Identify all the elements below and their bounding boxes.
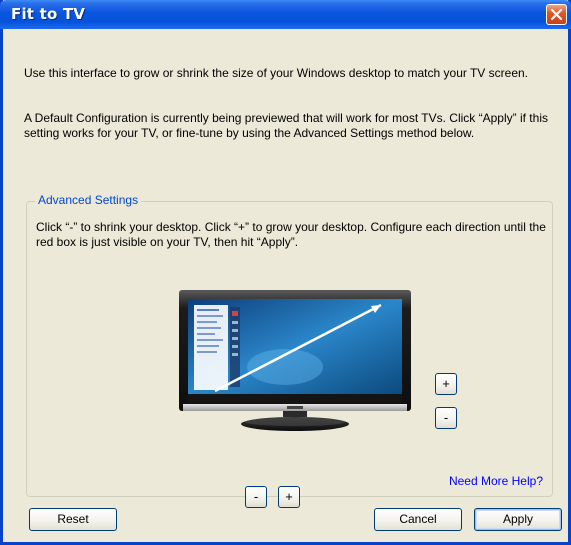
advanced-settings-label: Advanced Settings xyxy=(35,193,142,207)
tv-monitor-icon xyxy=(179,290,411,431)
intro-paragraph-2: A Default Configuration is currently bei… xyxy=(24,111,548,140)
window-title: Fit to TV xyxy=(11,5,86,23)
vertical-grow-button[interactable]: + xyxy=(435,373,457,395)
fit-to-tv-dialog: Fit to TV Use this interface to grow or … xyxy=(0,0,571,545)
close-icon xyxy=(550,8,563,21)
apply-button[interactable]: Apply xyxy=(474,508,562,531)
dialog-content: Use this interface to grow or shrink the… xyxy=(3,29,568,542)
advanced-settings-group: Advanced Settings Click “-” to shrink yo… xyxy=(26,193,553,508)
advanced-instructions: Click “-” to shrink your desktop. Click … xyxy=(36,220,546,249)
horizontal-shrink-button[interactable]: - xyxy=(245,486,267,508)
vertical-shrink-button[interactable]: - xyxy=(435,407,457,429)
close-button[interactable] xyxy=(546,4,567,25)
title-bar[interactable]: Fit to TV xyxy=(0,0,571,29)
need-more-help-link[interactable]: Need More Help? xyxy=(449,474,543,488)
reset-button[interactable]: Reset xyxy=(29,508,117,531)
horizontal-grow-button[interactable]: + xyxy=(278,486,300,508)
cancel-button[interactable]: Cancel xyxy=(374,508,462,531)
intro-paragraph-1: Use this interface to grow or shrink the… xyxy=(24,66,528,80)
